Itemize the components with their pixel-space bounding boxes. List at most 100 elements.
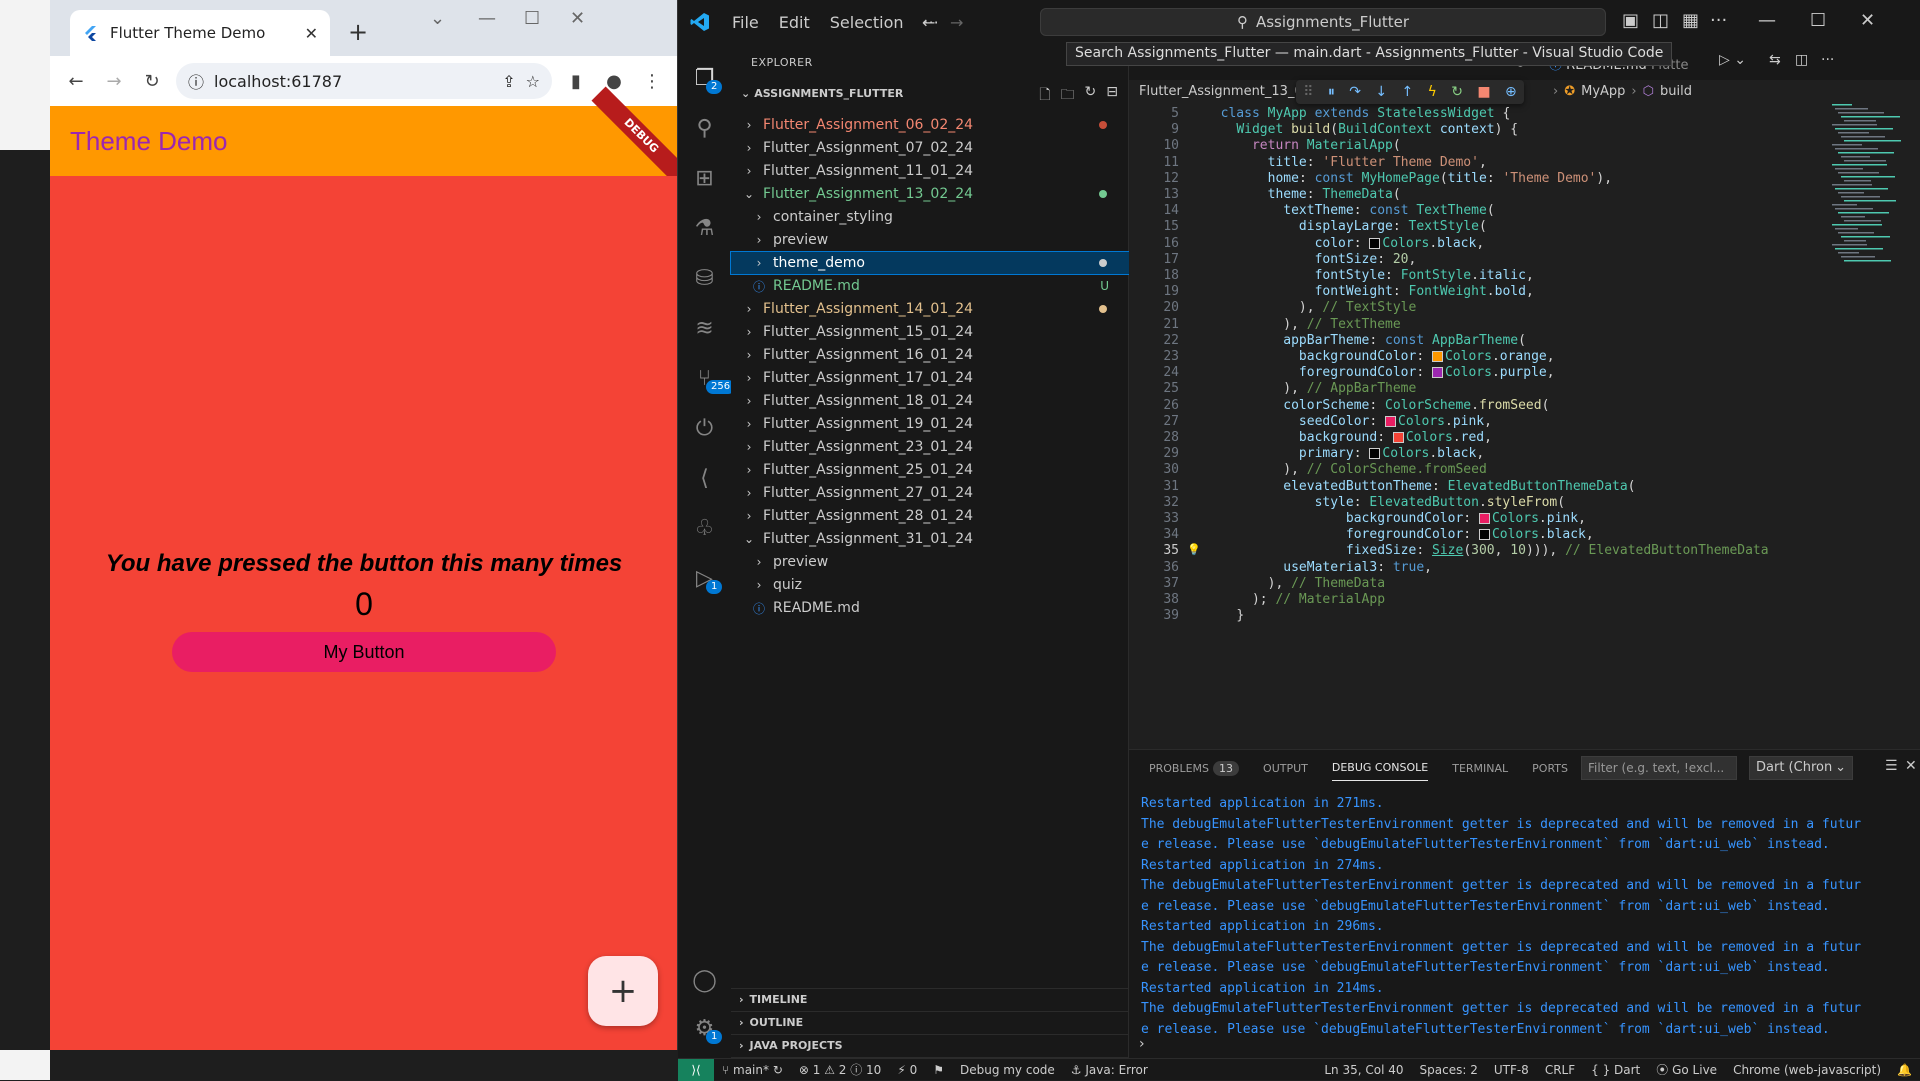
console-prompt-icon[interactable]: › bbox=[1139, 1036, 1145, 1052]
tab-terminal[interactable]: TERMINAL bbox=[1452, 762, 1508, 775]
explorer-icon[interactable]: ❐ 2 bbox=[678, 56, 731, 100]
minimize-icon[interactable]: — bbox=[1758, 10, 1776, 31]
tab-output[interactable]: OUTPUT bbox=[1263, 762, 1308, 775]
layout-icon[interactable]: ▦ bbox=[1682, 10, 1699, 31]
sidebar-section-timeline[interactable]: › TIMELINE bbox=[731, 988, 1129, 1010]
nav-forward-icon[interactable]: → bbox=[950, 13, 963, 32]
problems-indicator[interactable]: ⊗ 1 ⚠ 2 ⓘ 10 bbox=[799, 1061, 881, 1078]
debug-indicator-icon[interactable]: ⚑ bbox=[933, 1063, 944, 1077]
java-status[interactable]: ⚓ Java: Error bbox=[1071, 1063, 1148, 1077]
folder-item[interactable]: › Flutter_Assignment_11_01_24 bbox=[731, 160, 1129, 182]
debug-my-code[interactable]: Debug my code bbox=[960, 1063, 1055, 1077]
source-control-icon[interactable]: ⑂ 256 bbox=[678, 356, 736, 400]
minimap[interactable] bbox=[1830, 104, 1920, 304]
tree-icon[interactable]: ♧ bbox=[678, 506, 731, 550]
breadcrumb-class[interactable]: MyApp bbox=[1581, 84, 1625, 99]
maximize-icon[interactable]: ☐ bbox=[1810, 10, 1826, 31]
address-bar[interactable]: ⓘ localhost:61787 ⇪ ☆ bbox=[176, 63, 552, 99]
sidebar-section-outline[interactable]: › OUTLINE bbox=[731, 1011, 1129, 1033]
folder-item[interactable]: › Flutter_Assignment_27_01_24 bbox=[731, 482, 1129, 504]
database-icon[interactable]: ⛁ bbox=[678, 256, 731, 300]
stop-icon[interactable]: ■ bbox=[1477, 84, 1490, 100]
pause-icon[interactable]: ⏸ bbox=[1328, 84, 1335, 100]
chrome-menu-icon[interactable]: ⋮ bbox=[638, 67, 666, 95]
breadcrumb-folder[interactable]: Flutter_Assignment_13_0 bbox=[1139, 84, 1303, 99]
forward-icon[interactable]: → bbox=[100, 67, 128, 95]
hot-reload-icon[interactable]: ϟ bbox=[1428, 84, 1437, 100]
toggle-panel-icon[interactable]: ◫ bbox=[1652, 10, 1669, 31]
drag-handle-icon[interactable]: ⠿ bbox=[1303, 84, 1313, 100]
menu-selection[interactable]: Selection bbox=[830, 13, 904, 32]
folder-item[interactable]: › Flutter_Assignment_25_01_24 bbox=[731, 459, 1129, 481]
ports-indicator[interactable]: ⚡ 0 bbox=[897, 1063, 917, 1077]
new-file-icon[interactable]: 🗋 bbox=[1039, 84, 1050, 108]
reload-icon[interactable]: ↻ bbox=[138, 67, 166, 95]
inspect-icon[interactable]: ⊕ bbox=[1505, 84, 1517, 100]
folder-item[interactable]: › Flutter_Assignment_15_01_24 bbox=[731, 321, 1129, 343]
device-selector[interactable]: Chrome (web-javascript) bbox=[1733, 1063, 1881, 1077]
go-live[interactable]: ⦿ Go Live bbox=[1656, 1061, 1717, 1078]
split-editor-icon[interactable]: ◫ bbox=[1795, 52, 1808, 68]
close-window-icon[interactable]: ✕ bbox=[570, 8, 585, 29]
command-center-search[interactable]: ⚲ Assignments_Flutter bbox=[1040, 8, 1606, 36]
menu-edit[interactable]: Edit bbox=[779, 13, 810, 32]
maximize-icon[interactable]: ☐ bbox=[524, 8, 540, 29]
more-actions-icon[interactable]: ··· bbox=[1710, 10, 1727, 31]
remote-icon[interactable]: ⏻ bbox=[678, 406, 731, 450]
cursor-position[interactable]: Ln 35, Col 40 bbox=[1324, 1063, 1403, 1077]
layers-icon[interactable]: ≋ bbox=[678, 306, 731, 350]
back-icon[interactable]: ← bbox=[62, 67, 90, 95]
step-out-icon[interactable]: ↑ bbox=[1401, 84, 1413, 100]
run-debug-icon[interactable]: ▷ 1 bbox=[678, 556, 731, 600]
indentation[interactable]: Spaces: 2 bbox=[1420, 1063, 1478, 1077]
folder-item[interactable]: › theme_demo bbox=[730, 251, 1130, 275]
compare-icon[interactable]: ⇆ bbox=[1769, 52, 1781, 68]
flutter-icon[interactable]: ⟨ bbox=[678, 456, 731, 500]
file-item[interactable]: ⓘ README.md bbox=[731, 597, 1129, 619]
folder-item[interactable]: › Flutter_Assignment_23_01_24 bbox=[731, 436, 1129, 458]
folder-item[interactable]: › Flutter_Assignment_18_01_24 bbox=[731, 390, 1129, 412]
folder-item[interactable]: › quiz bbox=[731, 574, 1129, 596]
new-tab-icon[interactable]: + bbox=[348, 18, 368, 46]
folder-item[interactable]: › preview bbox=[731, 551, 1129, 573]
code-editor[interactable]: o U ● ⓘ README.md Flutte ▷ ⌄ ⇆ ◫ ··· Flu… bbox=[1129, 44, 1920, 749]
search-view-icon[interactable]: ⚲ bbox=[678, 106, 731, 150]
extensions-icon[interactable]: ⊞ bbox=[678, 156, 731, 200]
increment-fab[interactable]: + bbox=[588, 956, 658, 1026]
share-icon[interactable]: ⇪ bbox=[502, 72, 515, 91]
minimize-icon[interactable]: — bbox=[478, 8, 496, 29]
tab-problems[interactable]: PROBLEMS 13 bbox=[1149, 760, 1240, 776]
file-item[interactable]: ⓘ README.md U bbox=[731, 275, 1129, 297]
folder-item[interactable]: ⌄ Flutter_Assignment_31_01_24 bbox=[731, 528, 1129, 550]
side-panel-icon[interactable]: ▮ bbox=[562, 67, 590, 95]
new-folder-icon[interactable]: 🗀 bbox=[1061, 84, 1075, 108]
menu-file[interactable]: File bbox=[732, 13, 759, 32]
language-mode[interactable]: { } Dart bbox=[1591, 1063, 1640, 1077]
tab-ports[interactable]: PORTS bbox=[1532, 762, 1568, 775]
line-endings[interactable]: CRLF bbox=[1545, 1063, 1575, 1077]
step-over-icon[interactable]: ↷ bbox=[1349, 84, 1361, 100]
folder-item[interactable]: ⌄ Flutter_Assignment_13_02_24 bbox=[731, 183, 1129, 205]
close-panel-icon[interactable]: ✕ bbox=[1905, 758, 1917, 774]
collapse-all-icon[interactable]: ⊟ bbox=[1106, 84, 1118, 108]
folder-item[interactable]: › Flutter_Assignment_07_02_24 bbox=[731, 137, 1129, 159]
folder-item[interactable]: › Flutter_Assignment_14_01_24 bbox=[731, 298, 1129, 320]
account-icon[interactable]: ◯ bbox=[678, 958, 731, 1002]
remote-indicator-icon[interactable]: ⟩⟨ bbox=[678, 1058, 714, 1081]
breadcrumb-method[interactable]: build bbox=[1660, 84, 1692, 99]
info-icon[interactable]: ⓘ bbox=[188, 69, 204, 93]
browser-tab[interactable]: Flutter Theme Demo ✕ bbox=[70, 10, 330, 56]
code-line[interactable]: 39 } bbox=[1129, 608, 1920, 628]
tab-search-icon[interactable]: ⌄ bbox=[430, 8, 445, 29]
folder-item[interactable]: › Flutter_Assignment_28_01_24 bbox=[731, 505, 1129, 527]
more-actions-icon[interactable]: ··· bbox=[1821, 52, 1834, 68]
folder-item[interactable]: › preview bbox=[731, 229, 1129, 251]
console-filter-input[interactable]: Filter (e.g. text, !excl... bbox=[1581, 756, 1737, 780]
folder-item[interactable]: › Flutter_Assignment_06_02_24 bbox=[731, 114, 1129, 136]
settings-gear-icon[interactable]: ⚙ 1 bbox=[678, 1006, 731, 1050]
sidebar-section-java-projects[interactable]: › JAVA PROJECTS bbox=[731, 1034, 1129, 1056]
nav-back-icon[interactable]: ← bbox=[922, 13, 935, 32]
lightbulb-icon[interactable]: 💡 bbox=[1187, 543, 1201, 556]
notifications-bell-icon[interactable]: 🔔 bbox=[1897, 1063, 1912, 1077]
branch-indicator[interactable]: ⑂ main* ↻ bbox=[722, 1063, 783, 1077]
